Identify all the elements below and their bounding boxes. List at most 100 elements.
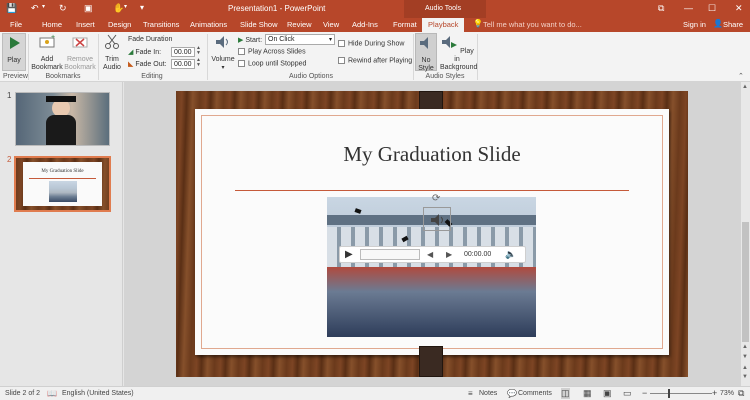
player-back-icon[interactable]: ◀ bbox=[427, 250, 433, 259]
scroll-up-icon[interactable]: ▲ bbox=[742, 84, 748, 90]
audio-object-selection[interactable] bbox=[423, 207, 451, 231]
remove-bookmark-button[interactable]: Remove Bookmark bbox=[64, 33, 96, 72]
fade-in-input[interactable]: 00.00 bbox=[171, 47, 195, 57]
fit-to-window-icon[interactable]: ⧉ bbox=[738, 388, 744, 399]
scroll-down-icon[interactable]: ▼ bbox=[742, 354, 748, 360]
no-style-button[interactable]: No Style bbox=[415, 33, 437, 72]
slideshow-view-icon[interactable]: ▭ bbox=[623, 388, 632, 399]
spell-check-icon[interactable]: 📖 bbox=[47, 389, 57, 398]
fade-out-input[interactable]: 00.00 bbox=[171, 59, 195, 69]
normal-view-icon[interactable]: ◫ bbox=[561, 388, 570, 399]
trim-audio-button[interactable]: Trim Audio bbox=[100, 33, 124, 72]
hide-during-show-option[interactable]: Hide During Show bbox=[338, 40, 404, 47]
player-volume-icon[interactable]: 🔈 bbox=[505, 249, 516, 260]
remove-bookmark-icon bbox=[72, 37, 88, 48]
volume-label: Volume bbox=[211, 56, 235, 63]
scrollbar-thumb[interactable] bbox=[742, 222, 749, 342]
add-bookmark-button[interactable]: + Add Bookmark bbox=[31, 33, 63, 72]
tab-insert[interactable]: Insert bbox=[76, 20, 95, 29]
zoom-out-icon[interactable]: − bbox=[642, 388, 647, 398]
close-button[interactable]: ✕ bbox=[735, 3, 743, 14]
slide-sorter-icon[interactable]: ▦ bbox=[583, 388, 592, 399]
tab-view[interactable]: View bbox=[323, 20, 339, 29]
slideshow-start-icon[interactable]: ▣ bbox=[84, 3, 93, 14]
slide-thumbnail-2[interactable]: My Graduation Slide bbox=[14, 156, 111, 212]
minimize-button[interactable]: — bbox=[684, 3, 693, 13]
undo-dropdown-icon[interactable]: ▾ bbox=[42, 3, 45, 10]
rewind-label: Rewind after Playing bbox=[348, 57, 413, 65]
notes-button[interactable]: Notes bbox=[479, 390, 497, 397]
thumbnail-rule bbox=[29, 178, 96, 179]
ribbon-display-icon[interactable]: ⧉ bbox=[658, 3, 664, 14]
tab-review[interactable]: Review bbox=[287, 20, 312, 29]
zoom-slider-thumb[interactable] bbox=[668, 389, 670, 398]
rewind-checkbox[interactable] bbox=[338, 57, 345, 64]
tab-animations[interactable]: Animations bbox=[190, 20, 227, 29]
zoom-in-icon[interactable]: + bbox=[712, 388, 717, 398]
redo-icon[interactable]: ↻ bbox=[59, 3, 67, 14]
status-bar: Slide 2 of 2 📖 English (United States) ≡… bbox=[0, 386, 750, 400]
rewind-option[interactable]: Rewind after Playing bbox=[338, 57, 412, 64]
tell-me-box[interactable]: Tell me what you want to do... bbox=[483, 20, 582, 29]
separator bbox=[207, 34, 208, 80]
notes-icon: ≡ bbox=[468, 389, 473, 398]
separator bbox=[98, 34, 99, 80]
language-label[interactable]: English (United States) bbox=[62, 390, 134, 397]
collapse-ribbon-icon[interactable]: ⌃ bbox=[738, 72, 744, 80]
add-bookmark-label: Add Bookmark bbox=[31, 56, 63, 71]
tab-transitions[interactable]: Transitions bbox=[143, 20, 179, 29]
start-icon: ▶ bbox=[238, 37, 244, 44]
customize-qat-icon[interactable]: ▾ bbox=[140, 3, 144, 12]
play-across-slides-checkbox[interactable] bbox=[238, 48, 245, 55]
zoom-level[interactable]: 73% bbox=[720, 390, 734, 397]
separator bbox=[28, 34, 29, 80]
audio-styles-group-label: Audio Styles bbox=[425, 73, 465, 80]
slide-thumbnail-1[interactable] bbox=[15, 92, 110, 146]
tab-slide-show[interactable]: Slide Show bbox=[240, 20, 278, 29]
scroll-up-icon[interactable]: ▲ bbox=[742, 344, 748, 350]
previous-slide-icon[interactable]: ▲ bbox=[742, 365, 748, 371]
maximize-button[interactable]: ☐ bbox=[708, 3, 716, 14]
no-style-label: No Style bbox=[418, 57, 434, 72]
slide-counter: Slide 2 of 2 bbox=[5, 390, 41, 397]
slide-title[interactable]: My Graduation Slide bbox=[195, 142, 669, 167]
next-slide-icon[interactable]: ▼ bbox=[742, 374, 748, 380]
undo-icon[interactable]: ↶ bbox=[31, 3, 39, 14]
player-progress-track[interactable] bbox=[360, 249, 420, 260]
touch-mode-dropdown-icon[interactable]: ▾ bbox=[124, 3, 127, 10]
tab-design[interactable]: Design bbox=[108, 20, 131, 29]
start-select[interactable]: On Click ▾ bbox=[265, 34, 335, 45]
tab-format[interactable]: Format bbox=[393, 20, 417, 29]
tab-playback[interactable]: Playback bbox=[428, 20, 458, 29]
comments-button[interactable]: Comments bbox=[518, 390, 552, 397]
speaker-icon bbox=[216, 36, 228, 48]
sign-in-link[interactable]: Sign in bbox=[683, 20, 706, 29]
audio-options-group-label: Audio Options bbox=[289, 73, 333, 80]
tab-home[interactable]: Home bbox=[42, 20, 62, 29]
rotate-handle-icon[interactable]: ⟳ bbox=[432, 193, 440, 204]
tab-file[interactable]: File bbox=[10, 20, 22, 29]
bottom-clip bbox=[419, 346, 443, 377]
volume-button[interactable]: Volume ▾ bbox=[211, 33, 235, 72]
comments-icon: 💬 bbox=[507, 389, 517, 398]
player-play-button[interactable]: ▶ bbox=[345, 249, 353, 260]
separator bbox=[413, 34, 414, 80]
tab-add-ins[interactable]: Add-Ins bbox=[352, 20, 378, 29]
play-button[interactable]: Play bbox=[2, 33, 26, 71]
fade-in-spinner-icon[interactable]: ▲ ▼ bbox=[196, 46, 201, 56]
play-in-background-button[interactable]: Play in Background bbox=[440, 33, 477, 72]
save-icon[interactable]: 💾 bbox=[6, 3, 17, 14]
hide-during-show-checkbox[interactable] bbox=[338, 40, 345, 47]
fade-out-spinner-icon[interactable]: ▲ ▼ bbox=[196, 58, 201, 68]
reading-view-icon[interactable]: ▣ bbox=[603, 388, 612, 399]
thumbnail-slide-paper: My Graduation Slide bbox=[23, 162, 102, 206]
share-button[interactable]: Share bbox=[723, 20, 743, 29]
loop-label: Loop until Stopped bbox=[248, 60, 307, 68]
zoom-slider[interactable] bbox=[650, 393, 712, 394]
play-across-slides-option[interactable]: Play Across Slides bbox=[238, 48, 306, 55]
touch-mode-icon[interactable]: ✋ bbox=[113, 3, 124, 14]
vertical-scrollbar[interactable]: ▲ ▲ ▼ ▲ ▼ bbox=[741, 82, 750, 386]
loop-option[interactable]: Loop until Stopped bbox=[238, 60, 306, 67]
loop-checkbox[interactable] bbox=[238, 60, 245, 67]
player-forward-icon[interactable]: ▶ bbox=[446, 250, 452, 259]
